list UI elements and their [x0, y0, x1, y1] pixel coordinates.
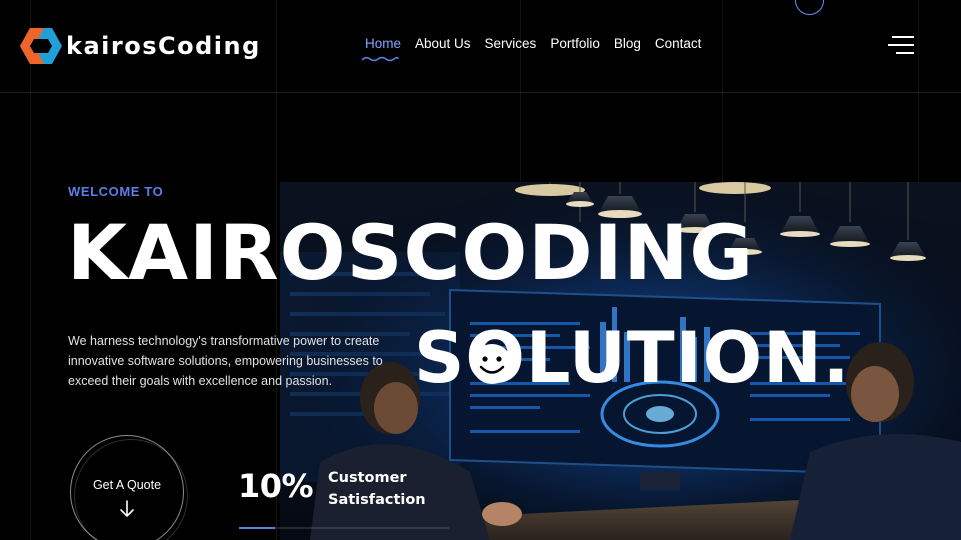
- customer-satisfaction-value: 10%: [238, 467, 314, 505]
- arrow-down-icon: [120, 500, 134, 517]
- active-nav-underline-icon: [361, 56, 399, 62]
- kairoscoding-logo-icon: [20, 28, 62, 64]
- satisfaction-progress-track: [239, 527, 449, 529]
- get-a-quote-label: Get A Quote: [92, 478, 162, 492]
- site-header: kairosCoding Home About Us Services Port…: [0, 0, 961, 93]
- nav-item-blog[interactable]: Blog: [614, 36, 641, 51]
- nav-item-contact[interactable]: Contact: [655, 36, 702, 51]
- main-nav: Home About Us Services Portfolio Blog Co…: [365, 36, 715, 51]
- nav-item-home[interactable]: Home: [365, 36, 401, 51]
- get-a-quote-button[interactable]: Get A Quote: [70, 435, 184, 540]
- brand-logo[interactable]: kairosCoding: [20, 28, 261, 64]
- nav-item-portfolio[interactable]: Portfolio: [550, 36, 600, 51]
- hero-title: KAIROSCODING: [67, 208, 755, 297]
- brand-name: kairosCoding: [66, 32, 261, 60]
- smiley-face-icon: [472, 344, 512, 384]
- customer-satisfaction-label: Customer Satisfaction: [328, 470, 426, 508]
- hero-description: We harness technology's transformative p…: [68, 334, 383, 388]
- decorative-circle: [795, 0, 824, 15]
- nav-item-about-us[interactable]: About Us: [415, 36, 471, 51]
- nav-item-services[interactable]: Services: [485, 36, 537, 51]
- hamburger-menu-icon[interactable]: [888, 36, 914, 56]
- hero-eyebrow: WELCOME TO: [68, 184, 164, 199]
- satisfaction-progress-fill: [239, 527, 275, 529]
